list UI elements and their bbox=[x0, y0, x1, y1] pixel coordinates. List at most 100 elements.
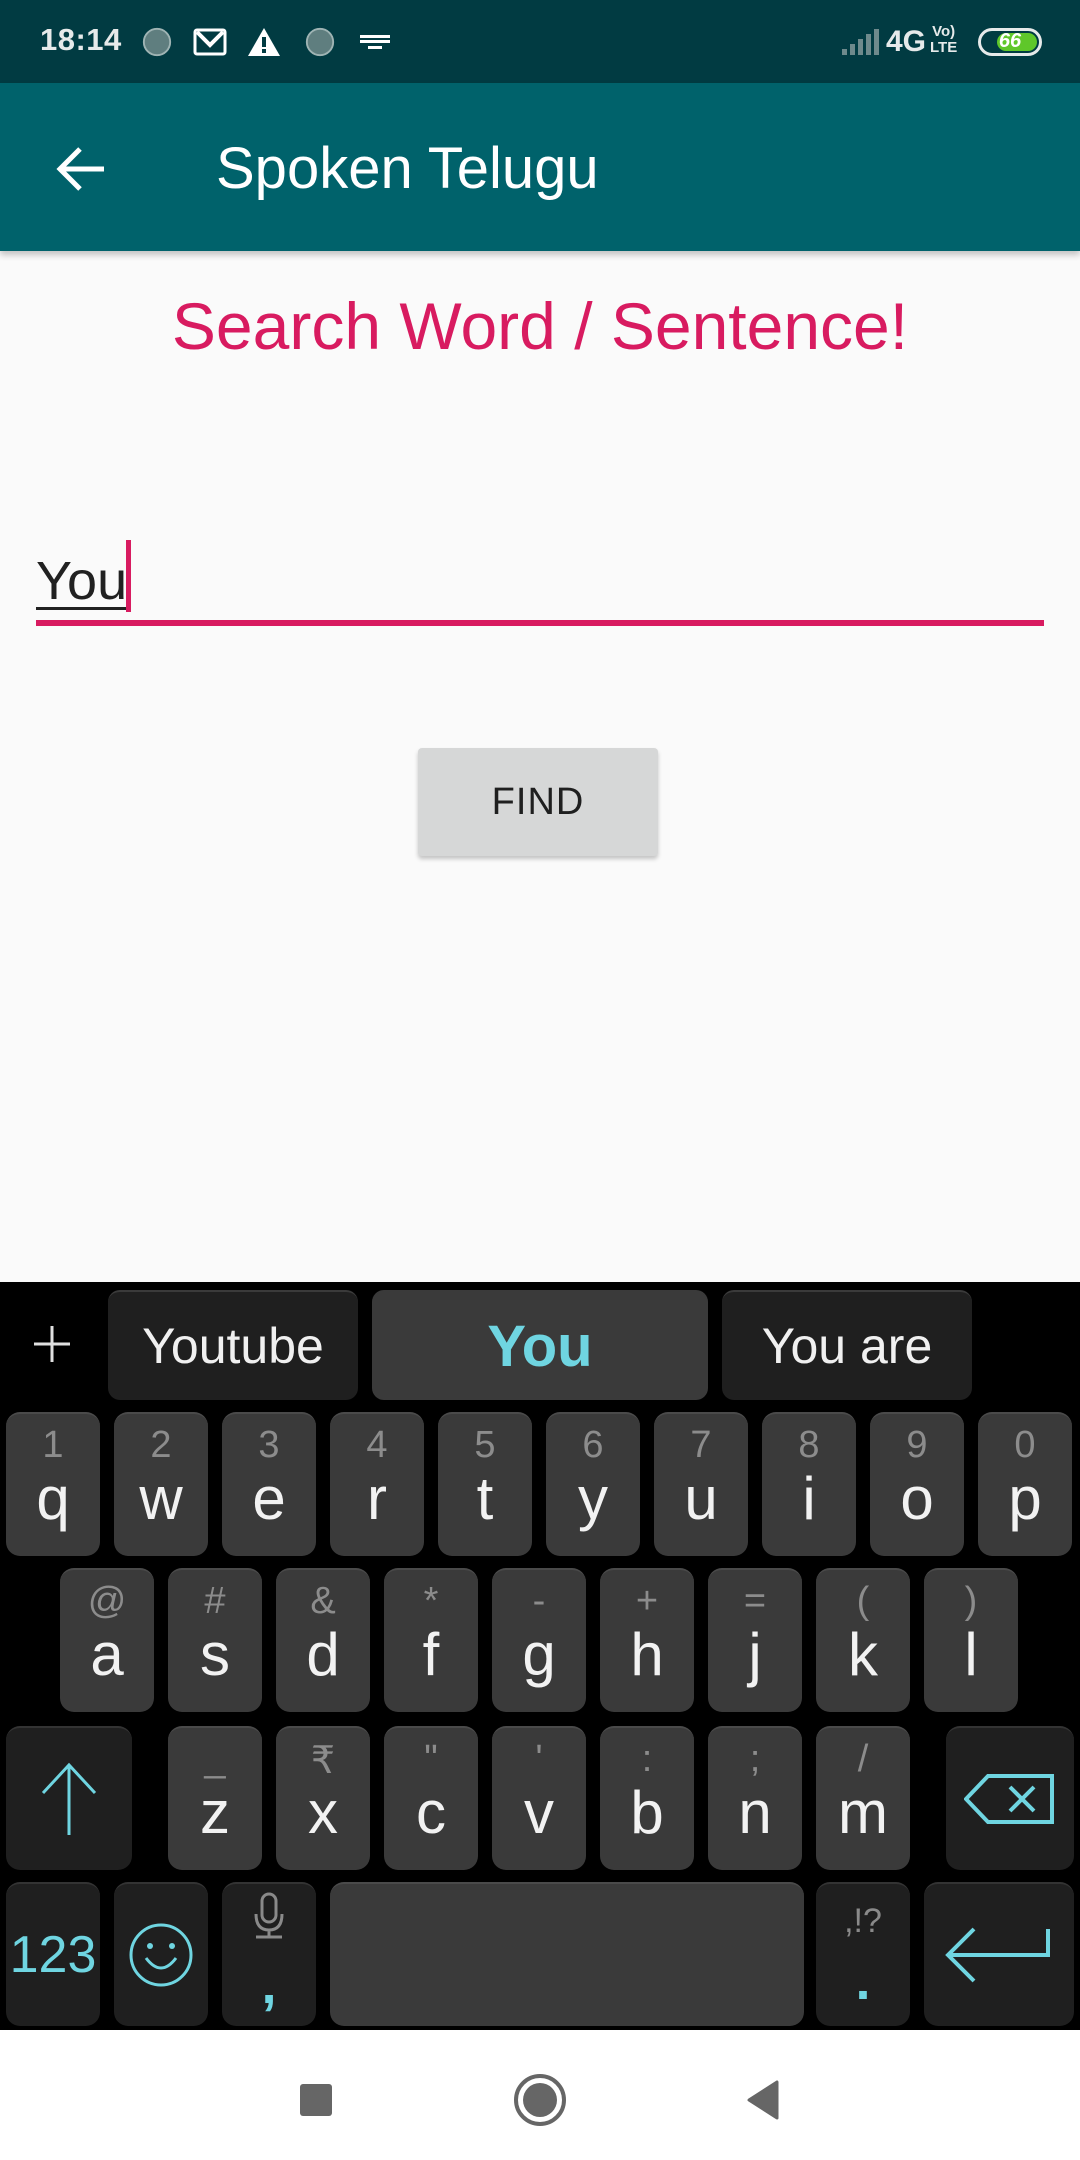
key-label: m bbox=[838, 1779, 888, 1846]
signal-icon bbox=[842, 29, 879, 55]
key-label: y bbox=[578, 1465, 608, 1532]
space-key[interactable] bbox=[330, 1882, 804, 2026]
search-input[interactable]: You bbox=[36, 530, 1044, 626]
key-g[interactable]: -g bbox=[492, 1568, 586, 1712]
key-label: o bbox=[900, 1465, 934, 1532]
key-hint: 4 bbox=[366, 1424, 388, 1466]
text-caret bbox=[126, 540, 131, 612]
key-hint: 9 bbox=[906, 1424, 928, 1466]
key-hint: 1 bbox=[42, 1424, 64, 1466]
key-o[interactable]: 9o bbox=[870, 1412, 964, 1556]
sync-icon bbox=[142, 27, 172, 57]
backspace-icon bbox=[964, 1774, 1054, 1824]
key-hint: " bbox=[424, 1738, 438, 1780]
arrow-left-icon[interactable] bbox=[54, 139, 114, 199]
key-z[interactable]: _ z bbox=[168, 1726, 262, 1870]
smiley-icon bbox=[129, 1923, 193, 1987]
key-u[interactable]: 7u bbox=[654, 1412, 748, 1556]
back-button[interactable] bbox=[732, 2070, 792, 2130]
period-key[interactable]: ,!? . bbox=[816, 1882, 910, 2026]
home-button[interactable] bbox=[510, 2070, 570, 2130]
recents-icon bbox=[300, 2084, 332, 2116]
key-hint: @ bbox=[87, 1580, 127, 1622]
key-w[interactable]: 2w bbox=[114, 1412, 208, 1556]
key-label: b bbox=[630, 1779, 664, 1846]
key-b[interactable]: :b bbox=[600, 1726, 694, 1870]
key-hint: = bbox=[743, 1580, 767, 1622]
key-c[interactable]: " c bbox=[384, 1726, 478, 1870]
key-m[interactable]: / m bbox=[816, 1726, 910, 1870]
emoji-key[interactable] bbox=[114, 1882, 208, 2026]
suggestion-chip[interactable]: Youtube bbox=[108, 1290, 358, 1400]
key-r[interactable]: 4r bbox=[330, 1412, 424, 1556]
key-n[interactable]: ; n bbox=[708, 1726, 802, 1870]
volte-badge: Vo) LTE bbox=[930, 23, 958, 56]
key-f[interactable]: * f bbox=[384, 1568, 478, 1712]
key-label: n bbox=[738, 1779, 772, 1846]
key-hint: 6 bbox=[582, 1424, 604, 1466]
recents-button[interactable] bbox=[286, 2070, 346, 2130]
comma-label: , bbox=[261, 1955, 277, 2015]
key-label: j bbox=[748, 1621, 762, 1688]
key-hint: 7 bbox=[690, 1424, 712, 1466]
key-x[interactable]: ₹ x bbox=[276, 1726, 370, 1870]
key-label: f bbox=[422, 1621, 440, 1688]
status-time: 18:14 bbox=[40, 22, 122, 57]
shift-key[interactable] bbox=[6, 1726, 132, 1870]
key-hint: _ bbox=[204, 1738, 226, 1780]
key-label: c bbox=[416, 1779, 446, 1846]
key-label: g bbox=[522, 1621, 556, 1688]
key-label: d bbox=[306, 1621, 340, 1688]
navigation-bar bbox=[0, 2030, 1080, 2160]
key-label: w bbox=[139, 1465, 183, 1532]
comma-key[interactable]: , bbox=[222, 1882, 316, 2026]
app-title: Spoken Telugu bbox=[216, 136, 599, 201]
suggestion-chip-selected[interactable]: You bbox=[372, 1290, 708, 1400]
key-label: q bbox=[36, 1465, 70, 1532]
key-label: r bbox=[367, 1465, 387, 1532]
key-hint: # bbox=[204, 1580, 226, 1622]
key-hint: ( bbox=[856, 1580, 870, 1622]
key-y[interactable]: 6y bbox=[546, 1412, 640, 1556]
enter-icon bbox=[945, 1927, 1050, 1983]
key-s[interactable]: # s bbox=[168, 1568, 262, 1712]
warning-icon bbox=[248, 28, 280, 56]
key-j[interactable]: = j bbox=[708, 1568, 802, 1712]
enter-key[interactable] bbox=[924, 1882, 1074, 2026]
key-d[interactable]: & d bbox=[276, 1568, 370, 1712]
key-i[interactable]: 8i bbox=[762, 1412, 856, 1556]
battery-indicator: 66 bbox=[978, 28, 1042, 56]
microphone-icon bbox=[254, 1892, 284, 1939]
find-button[interactable]: FIND bbox=[418, 748, 658, 856]
key-hint: ; bbox=[749, 1738, 761, 1780]
key-l[interactable]: ) l bbox=[924, 1568, 1018, 1712]
key-p[interactable]: 0p bbox=[978, 1412, 1072, 1556]
key-label: h bbox=[630, 1621, 664, 1688]
key-label: u bbox=[684, 1465, 718, 1532]
suggestion-chip[interactable]: You are bbox=[722, 1290, 972, 1400]
sync-icon bbox=[305, 27, 335, 57]
key-label: x bbox=[308, 1779, 338, 1846]
key-hint: 5 bbox=[474, 1424, 496, 1466]
key-a[interactable]: @ a bbox=[60, 1568, 154, 1712]
plus-icon[interactable] bbox=[30, 1322, 74, 1366]
key-hint: 0 bbox=[1014, 1424, 1036, 1466]
key-hint: ' bbox=[535, 1738, 543, 1780]
input-underline bbox=[36, 620, 1044, 626]
key-h[interactable]: + h bbox=[600, 1568, 694, 1712]
key-hint: * bbox=[423, 1580, 439, 1622]
key-q[interactable]: 1q bbox=[6, 1412, 100, 1556]
backspace-key[interactable] bbox=[946, 1726, 1074, 1870]
symbols-key[interactable]: 123 bbox=[6, 1882, 100, 2026]
key-hint: 3 bbox=[258, 1424, 280, 1466]
keyboard-icon bbox=[360, 35, 390, 49]
period-label: . bbox=[855, 1951, 871, 2011]
back-icon bbox=[747, 2080, 779, 2120]
key-v[interactable]: ' v bbox=[492, 1726, 586, 1870]
key-e[interactable]: 3e bbox=[222, 1412, 316, 1556]
search-input-value[interactable]: You bbox=[36, 550, 127, 612]
key-label: s bbox=[200, 1621, 230, 1688]
key-label: k bbox=[848, 1621, 878, 1688]
key-k[interactable]: (k bbox=[816, 1568, 910, 1712]
key-t[interactable]: 5t bbox=[438, 1412, 532, 1556]
